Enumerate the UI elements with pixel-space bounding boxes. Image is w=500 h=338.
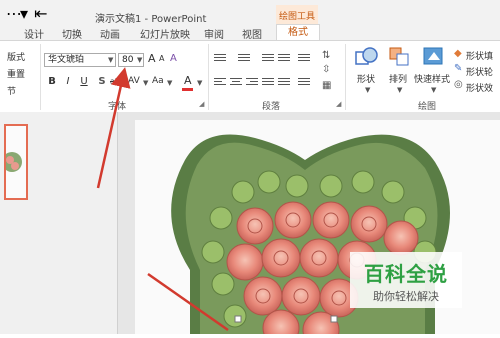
arrow-to-font-size bbox=[96, 67, 131, 189]
arrow-to-slide bbox=[147, 272, 229, 332]
annotation-arrows bbox=[96, 67, 229, 332]
